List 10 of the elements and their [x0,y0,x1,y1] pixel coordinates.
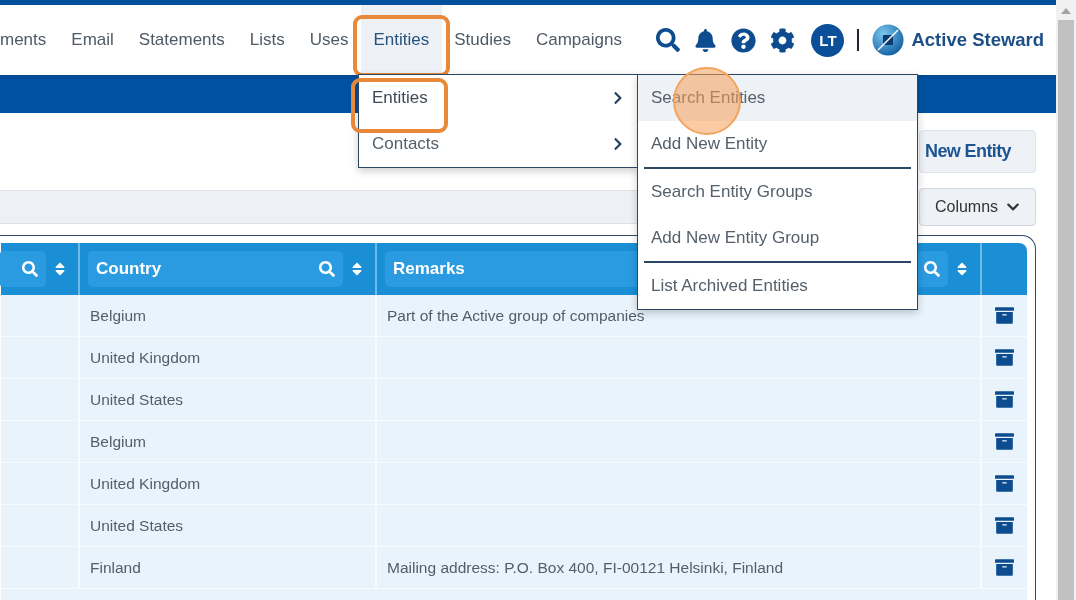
table-cell: Mailing address: P.O. Box 400, FI-00121 Helsinki, Finland [387,558,784,577]
table-cell: Finland [90,558,141,577]
table-cell: Part of the Active group of companies [387,306,645,325]
table-cell: United Kingdom [90,348,201,367]
table-cell: United States [90,516,184,535]
table-cell: United States [90,390,184,409]
brand-name: Active Steward [911,29,1045,51]
table-cell: Belgium [90,306,146,325]
table-cell: United Kingdom [90,474,201,493]
table-cell: Belgium [90,432,146,451]
